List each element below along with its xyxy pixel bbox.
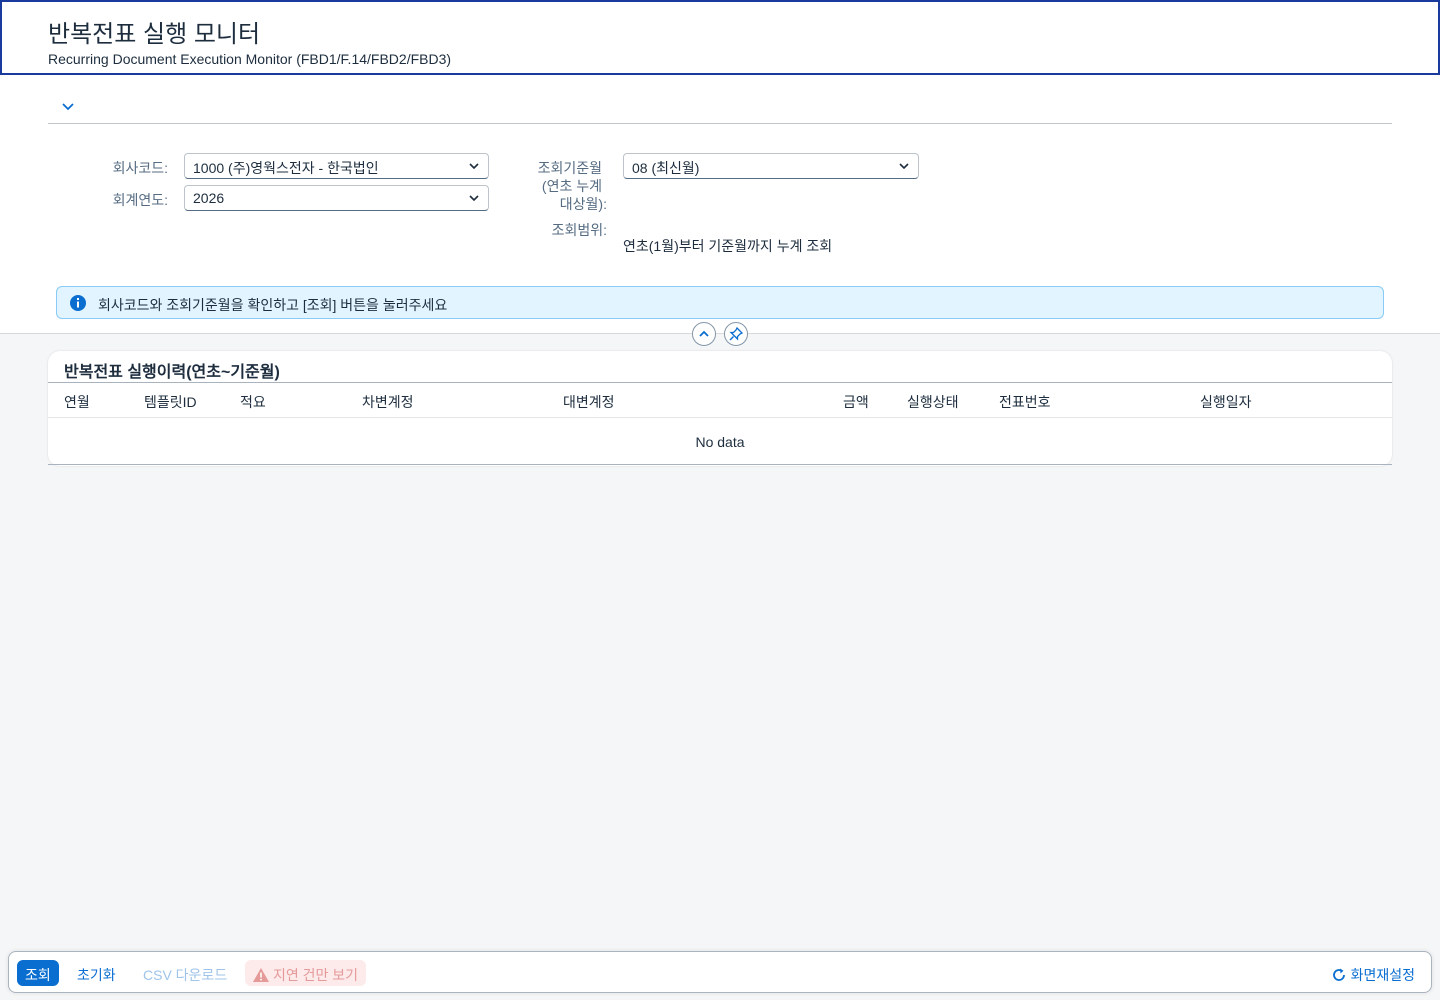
column-header-yearmonth[interactable]: 연월 (64, 392, 90, 412)
fiscal-year-value: 2026 (193, 190, 225, 206)
table-header-row: 연월 템플릿ID 적요 차변계정 대변계정 금액 실행상태 전표번호 실행일자 (48, 382, 1392, 418)
base-month-select[interactable]: 08 (최신월) (623, 153, 919, 179)
page-title: 반복전표 실행 모니터 (48, 21, 261, 48)
warning-icon (253, 968, 269, 982)
column-header-amount[interactable]: 금액 (843, 392, 869, 412)
page-header: 반복전표 실행 모니터 Recurring Document Execution… (0, 0, 1440, 75)
range-value: 연초(1월)부터 기준월까지 누계 조회 (623, 238, 833, 254)
month-label-line2: (연초 누계 (541, 178, 602, 194)
footer-toolbar: 조회 초기화 CSV 다운로드 지연 건만 보기 화면재설정 (8, 951, 1432, 993)
column-header-execution-date[interactable]: 실행일자 (1200, 392, 1252, 412)
company-code-select[interactable]: 1000 (주)영웍스전자 - 한국법인 (184, 153, 489, 179)
execution-history-table: 반복전표 실행이력(연초~기준월) 연월 템플릿ID 적요 차변계정 대변계정 … (48, 351, 1392, 466)
table-bottom-border (48, 464, 1392, 465)
column-header-credit-account[interactable]: 대변계정 (563, 392, 615, 412)
table-empty-text: No data (695, 434, 745, 450)
column-header-status[interactable]: 실행상태 (907, 392, 959, 412)
refresh-icon (1332, 968, 1345, 981)
column-header-document-number[interactable]: 전표번호 (999, 392, 1051, 412)
chevron-down-icon[interactable] (60, 98, 76, 114)
fiscal-year-select[interactable]: 2026 (184, 185, 489, 211)
column-header-description[interactable]: 적요 (240, 392, 266, 412)
table-title: 반복전표 실행이력(연초~기준월) (64, 364, 280, 381)
company-code-value: 1000 (주)영웍스전자 - 한국법인 (193, 160, 379, 176)
range-label: 조회범위: (551, 222, 607, 238)
collapse-header-button[interactable] (692, 322, 716, 346)
info-icon (70, 295, 86, 311)
page-subtitle: Recurring Document Execution Monitor (FB… (48, 51, 452, 67)
month-label-line3: 대상월): (559, 196, 607, 212)
chevron-up-icon (699, 330, 709, 337)
chevron-down-icon (469, 163, 479, 170)
month-label-line1: 조회기준월 (537, 160, 602, 176)
info-message-text: 회사코드와 조회기준월을 확인하고 [조회] 버튼을 눌러주세요 (98, 297, 448, 313)
csv-download-button[interactable]: CSV 다운로드 (135, 960, 235, 986)
column-header-template-id[interactable]: 템플릿ID (144, 392, 197, 412)
column-header-debit-account[interactable]: 차변계정 (362, 392, 414, 412)
filter-bar: 회사코드: 1000 (주)영웍스전자 - 한국법인 회계연도: 2026 조회… (0, 75, 1440, 334)
company-code-label: 회사코드: (112, 160, 168, 176)
pin-header-button[interactable] (724, 322, 748, 346)
chevron-down-icon (469, 195, 479, 202)
info-message-strip: 회사코드와 조회기준월을 확인하고 [조회] 버튼을 눌러주세요 (56, 286, 1384, 319)
chevron-down-icon (899, 163, 909, 170)
fiscal-year-label: 회계연도: (112, 192, 168, 208)
reset-button[interactable]: 초기화 (69, 960, 124, 986)
delayed-only-button[interactable]: 지연 건만 보기 (245, 960, 367, 986)
pin-icon (729, 327, 743, 341)
delayed-only-label: 지연 건만 보기 (273, 967, 359, 983)
search-button[interactable]: 조회 (17, 960, 59, 986)
filter-divider (48, 123, 1392, 124)
screen-reset-label: 화면재설정 (1350, 967, 1415, 983)
screen-reset-button[interactable]: 화면재설정 (1323, 960, 1423, 986)
base-month-value: 08 (최신월) (632, 160, 700, 176)
